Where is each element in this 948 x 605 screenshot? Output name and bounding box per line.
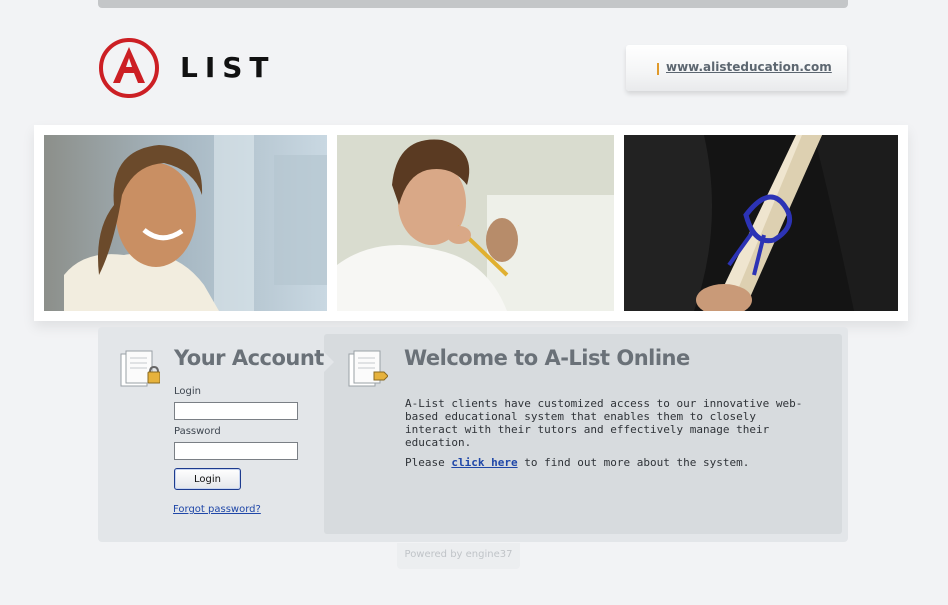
alist-logo[interactable]: LIST [98, 37, 269, 99]
welcome-more-info: Please click here to find out more about… [405, 456, 815, 469]
welcome-body: A-List clients have customized access to… [405, 397, 803, 449]
top-bar [98, 0, 848, 8]
logo-circle-icon [99, 38, 159, 98]
more-info-suffix: to find out more about the system. [517, 456, 750, 469]
login-button[interactable]: Login [174, 468, 241, 490]
account-lock-icon [120, 350, 160, 387]
photo-banner [34, 125, 908, 321]
welcome-document-icon [348, 350, 388, 387]
smiling-student-photo [44, 135, 327, 311]
url-accent-bar [657, 63, 659, 75]
password-input[interactable] [174, 442, 298, 460]
forgot-password-link[interactable]: Forgot password? [173, 504, 261, 515]
student-thinking-photo [337, 135, 614, 311]
panel-arrow [324, 352, 334, 372]
password-label: Password [174, 426, 221, 437]
site-url-box: www.alisteducation.com [626, 45, 847, 91]
click-here-link[interactable]: click here [451, 456, 517, 469]
account-title: Your Account [174, 346, 324, 370]
more-info-prefix: Please [405, 456, 452, 469]
login-label: Login [174, 386, 201, 397]
site-url-link[interactable]: www.alisteducation.com [666, 60, 832, 74]
login-input[interactable] [174, 402, 298, 420]
logo-text: LIST [180, 51, 276, 84]
powered-by: Powered by engine37 [397, 543, 520, 569]
diploma-photo [624, 135, 898, 311]
welcome-title: Welcome to A-List Online [404, 346, 690, 370]
